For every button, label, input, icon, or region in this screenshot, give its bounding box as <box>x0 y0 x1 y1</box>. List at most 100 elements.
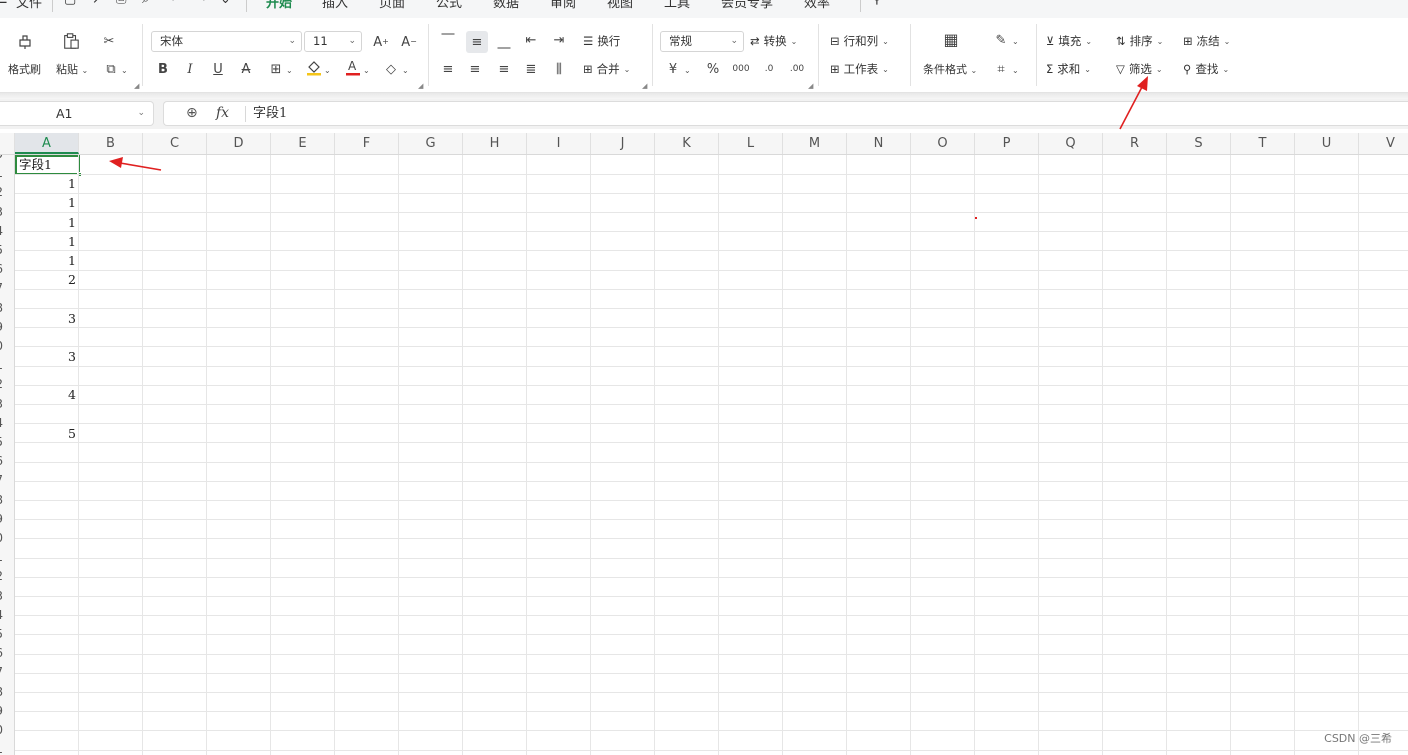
align-left-icon[interactable]: ≡ <box>439 60 457 78</box>
chevron-down-icon[interactable]: ⌄ <box>121 63 128 78</box>
tab-view[interactable]: 视图 <box>607 0 633 11</box>
column-header-s[interactable]: S <box>1167 133 1231 154</box>
sort-button[interactable]: ⇅ 排序 ⌄ <box>1116 32 1163 50</box>
expand-corner-icon[interactable]: ◢ <box>134 82 139 90</box>
decimal-increase-icon[interactable]: .0 <box>760 60 778 78</box>
sum-button[interactable]: Σ 求和 ⌄ <box>1046 60 1091 78</box>
row-header[interactable]: 0 <box>0 155 3 164</box>
save-icon[interactable]: ▢ <box>64 0 76 7</box>
column-header-u[interactable]: U <box>1295 133 1359 154</box>
column-header-f[interactable]: F <box>335 133 399 154</box>
tab-review[interactable]: 审阅 <box>550 0 576 11</box>
redo-icon[interactable]: ↷ <box>196 0 207 7</box>
conditional-format-icon[interactable]: ▦ <box>942 31 960 49</box>
row-header[interactable]: 4 <box>0 222 3 241</box>
tab-tools[interactable]: 工具 <box>664 0 690 11</box>
row-header[interactable]: 7 <box>0 279 3 298</box>
align-center-icon[interactable]: ≡ <box>466 60 484 78</box>
justify-icon[interactable]: ≣ <box>522 60 540 78</box>
number-format-select[interactable]: 常规 ⌄ <box>660 31 744 52</box>
print-icon[interactable]: ⎙ <box>116 0 126 7</box>
chevron-down-icon[interactable]: ⌄ <box>286 63 293 78</box>
column-header-i[interactable]: I <box>527 133 591 154</box>
column-header-m[interactable]: M <box>783 133 847 154</box>
font-grow-icon[interactable]: A + <box>372 33 390 51</box>
worksheet-button[interactable]: ⊞ 工作表 ⌄ <box>830 60 889 78</box>
tab-member[interactable]: 会员专享 <box>721 0 773 11</box>
filter-button[interactable]: ▽ 筛选 ⌄ <box>1116 60 1163 78</box>
cell-a5[interactable]: 1 <box>15 232 76 251</box>
paste-icon[interactable] <box>62 32 80 50</box>
export-icon[interactable]: ↗ <box>92 0 103 7</box>
hamburger-icon[interactable]: ☰ <box>0 0 8 7</box>
row-header[interactable]: 0 <box>0 721 3 740</box>
tab-home[interactable]: 开始 <box>266 0 292 11</box>
row-header[interactable]: 6 <box>0 644 3 663</box>
column-header-l[interactable]: L <box>719 133 783 154</box>
cell-a15[interactable]: 5 <box>15 424 76 443</box>
cell-a6[interactable]: 1 <box>15 251 76 270</box>
column-header-n[interactable]: N <box>847 133 911 154</box>
row-header[interactable]: 0 <box>0 337 3 356</box>
cell-a9[interactable]: 3 <box>15 309 76 328</box>
row-header[interactable]: 7 <box>0 663 3 682</box>
font-name-select[interactable]: 宋体 ⌄ <box>151 31 302 52</box>
tab-formula[interactable]: 公式 <box>436 0 462 11</box>
row-header[interactable]: 8 <box>0 491 3 510</box>
percent-icon[interactable]: % <box>704 60 722 78</box>
expand-corner-icon[interactable]: ◢ <box>418 82 423 90</box>
row-header[interactable]: 1 <box>0 164 3 183</box>
freeze-button[interactable]: ⊞ 冻结 ⌄ <box>1183 32 1230 50</box>
format-painter-button[interactable]: 格式刷 <box>8 63 41 77</box>
search-icon[interactable]: ⚲ <box>872 0 882 7</box>
font-color-icon[interactable]: A <box>344 58 362 76</box>
rows-cols-button[interactable]: ⊟ 行和列 ⌄ <box>830 32 889 50</box>
row-header[interactable]: 1 <box>0 356 3 375</box>
column-header-j[interactable]: J <box>591 133 655 154</box>
column-header-d[interactable]: D <box>207 133 271 154</box>
column-header-t[interactable]: T <box>1231 133 1295 154</box>
row-header[interactable]: 2 <box>0 567 3 586</box>
cell-grid[interactable]: 字段1 1 1 1 1 1 2 3 3 4 5 <box>15 155 1408 755</box>
format-painter-icon[interactable] <box>16 32 34 50</box>
row-header[interactable]: 5 <box>0 241 3 260</box>
undo-icon[interactable]: ↶ <box>170 0 181 7</box>
column-header-q[interactable]: Q <box>1039 133 1103 154</box>
underline-icon[interactable]: U <box>209 60 227 78</box>
chevron-down-icon[interactable]: ⌄ <box>684 63 691 78</box>
tab-efficiency[interactable]: 效率 <box>804 0 830 11</box>
indent-increase-icon[interactable]: ⇥ <box>550 31 568 49</box>
copy-icon[interactable]: ⧉ <box>102 60 120 78</box>
chevron-down-icon[interactable]: ⌄ <box>324 63 331 78</box>
row-header[interactable]: 8 <box>0 683 3 702</box>
decimal-decrease-icon[interactable]: .00 <box>788 60 806 78</box>
column-header-b[interactable]: B <box>79 133 143 154</box>
align-top-icon[interactable]: ⎺ <box>439 31 457 49</box>
row-header[interactable]: 5 <box>0 433 3 452</box>
distributed-icon[interactable]: ⫼ <box>550 60 568 78</box>
cell-a7[interactable]: 2 <box>15 270 76 289</box>
row-header[interactable]: 1 <box>0 740 3 755</box>
chevron-down-icon[interactable]: ⌄ <box>402 63 409 78</box>
cell-a1-header[interactable]: 字段1 <box>19 155 52 174</box>
cut-icon[interactable]: ✂ <box>100 32 118 50</box>
merge-button[interactable]: ⊞ 合并 ⌄ <box>583 60 630 78</box>
row-header[interactable]: 3 <box>0 587 3 606</box>
expand-corner-icon[interactable]: ◢ <box>642 82 647 90</box>
conditional-format-button[interactable]: 条件格式 ⌄ <box>923 63 977 78</box>
row-header[interactable]: 7 <box>0 471 3 490</box>
row-header[interactable]: 1 <box>0 548 3 567</box>
indent-decrease-icon[interactable]: ⇤ <box>522 31 540 49</box>
strikethrough-icon[interactable]: A <box>237 60 255 78</box>
column-header-v[interactable]: V <box>1359 133 1408 154</box>
chevron-down-icon[interactable]: ⌄ <box>1012 34 1019 49</box>
row-header[interactable]: 6 <box>0 452 3 471</box>
row-header[interactable]: 3 <box>0 395 3 414</box>
fill-color-icon[interactable] <box>305 58 323 76</box>
cell-a3[interactable]: 1 <box>15 193 76 212</box>
clear-format-icon[interactable]: ◇ <box>382 60 400 78</box>
row-header[interactable]: 6 <box>0 260 3 279</box>
formula-input[interactable]: ⊕ fx 字段1 <box>163 101 1408 126</box>
row-header[interactable]: 9 <box>0 702 3 721</box>
column-header-h[interactable]: H <box>463 133 527 154</box>
